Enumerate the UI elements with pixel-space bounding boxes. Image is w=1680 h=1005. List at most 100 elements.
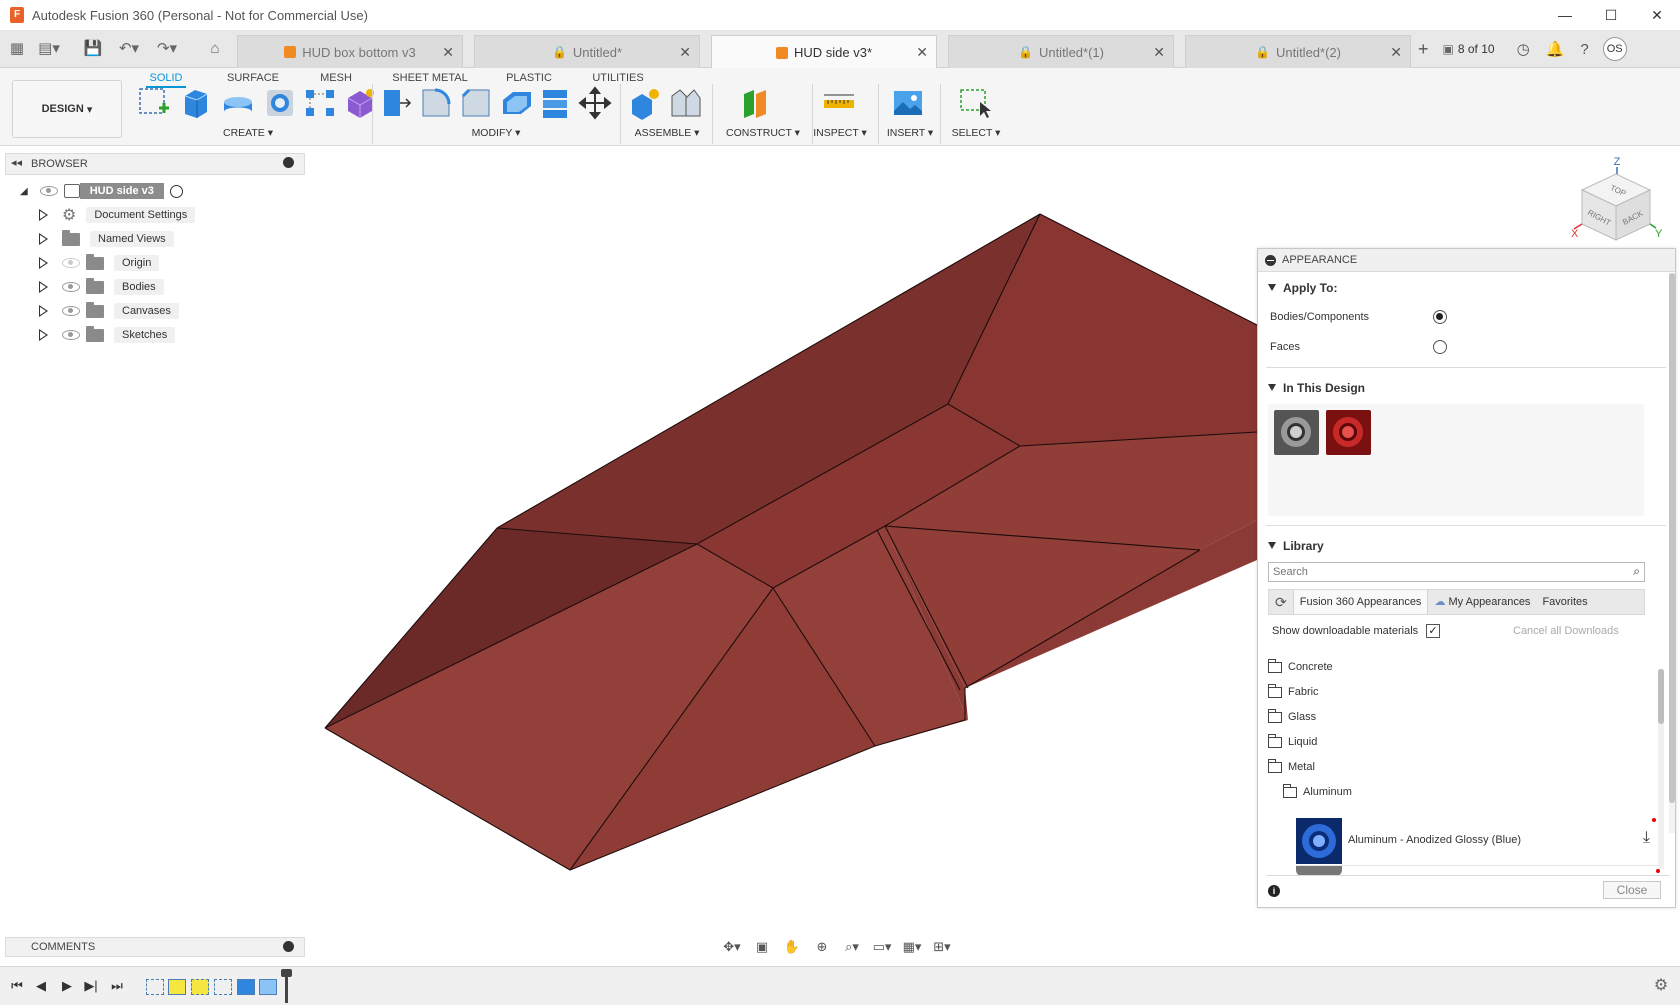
redo-icon[interactable]: ↷▾: [156, 39, 178, 59]
modify-menu[interactable]: MODIFY ▾: [466, 127, 526, 139]
undo-icon[interactable]: ↶▾: [118, 39, 140, 59]
browser-minimize-icon[interactable]: [283, 157, 294, 168]
browser-panel-header[interactable]: ◂◂ BROWSER: [5, 153, 305, 175]
browser-item-document-settings[interactable]: ⚙ Document Settings: [38, 205, 196, 225]
expand-icon[interactable]: [38, 305, 48, 317]
timeline-canvas-feature[interactable]: [168, 979, 186, 995]
timeline-sketch-feature[interactable]: [191, 979, 209, 995]
collapse-icon[interactable]: ◢: [20, 186, 28, 197]
folder-glass[interactable]: Glass: [1268, 707, 1316, 727]
play-icon[interactable]: ▶: [58, 977, 76, 995]
search-icon[interactable]: ⌕: [1633, 564, 1640, 579]
select-menu[interactable]: SELECT ▾: [950, 127, 1002, 139]
tab-untitled[interactable]: 🔒 Untitled* ✕: [474, 35, 700, 68]
tab-surface[interactable]: SURFACE: [225, 68, 281, 88]
view-cube[interactable]: Z TOP RIGHT BACK X Y: [1565, 155, 1665, 250]
search-input[interactable]: [1269, 563, 1609, 581]
tab-sheet-metal[interactable]: SHEET METAL: [390, 68, 470, 88]
look-at-icon[interactable]: ▣: [750, 937, 774, 957]
bodies-components-radio[interactable]: [1433, 310, 1447, 324]
folder-liquid[interactable]: Liquid: [1268, 732, 1317, 752]
scrollbar-thumb[interactable]: [1658, 669, 1664, 724]
timeline-marker-handle[interactable]: [281, 969, 292, 977]
pan-icon[interactable]: ✋: [780, 937, 804, 957]
visibility-icon[interactable]: [62, 282, 80, 292]
zoom-icon[interactable]: ⊕: [810, 937, 834, 957]
show-downloadable-checkbox[interactable]: ✓: [1426, 624, 1440, 638]
tab-untitled-2[interactable]: 🔒 Untitled*(2) ✕: [1185, 35, 1411, 68]
timeline-extrude-feature[interactable]: [237, 979, 255, 995]
maximize-button[interactable]: ☐: [1588, 0, 1634, 31]
tab-utilities[interactable]: UTILITIES: [590, 68, 646, 88]
tab-plastic[interactable]: PLASTIC: [504, 68, 554, 88]
save-icon[interactable]: 💾: [82, 39, 104, 59]
offset-plane-icon[interactable]: [738, 86, 772, 120]
create-sketch-icon[interactable]: [137, 86, 171, 120]
tab-my-appearances[interactable]: ☁ My Appearances: [1428, 590, 1536, 614]
add-comment-icon[interactable]: [283, 941, 294, 952]
pattern-icon[interactable]: [303, 86, 337, 120]
timeline-settings-icon[interactable]: ⚙: [1652, 977, 1670, 995]
browser-item-bodies[interactable]: Bodies: [38, 277, 164, 297]
file-menu-icon[interactable]: ▤▾: [38, 39, 60, 59]
close-button[interactable]: Close: [1603, 881, 1661, 899]
orbit-icon[interactable]: ✥▾: [720, 937, 744, 957]
library-header[interactable]: Library: [1268, 539, 1324, 553]
new-component-icon[interactable]: [628, 86, 662, 120]
visibility-icon[interactable]: [62, 330, 80, 340]
select-icon[interactable]: [958, 86, 992, 120]
minimize-button[interactable]: —: [1542, 0, 1588, 31]
library-search[interactable]: ⌕: [1268, 562, 1645, 582]
create-menu[interactable]: CREATE ▾: [220, 127, 276, 139]
tab-hud-box-bottom[interactable]: HUD box bottom v3 ✕: [237, 35, 463, 68]
hole-icon[interactable]: [263, 86, 297, 120]
tab-mesh[interactable]: MESH: [316, 68, 356, 88]
job-status-text[interactable]: 8 of 10: [1458, 42, 1495, 56]
collapse-dialog-icon[interactable]: [1265, 255, 1276, 266]
faces-radio[interactable]: [1433, 340, 1447, 354]
browser-item-canvases[interactable]: Canvases: [38, 301, 179, 321]
tab-favorites[interactable]: Favorites: [1536, 590, 1593, 614]
close-window-button[interactable]: ✕: [1634, 0, 1680, 31]
visibility-icon[interactable]: [62, 306, 80, 316]
press-pull-icon[interactable]: [378, 86, 412, 120]
construct-menu[interactable]: CONSTRUCT ▾: [726, 127, 800, 139]
folder-aluminum[interactable]: Aluminum: [1283, 782, 1352, 802]
home-icon[interactable]: ⌂: [204, 39, 226, 59]
new-tab-icon[interactable]: +: [1418, 39, 1429, 60]
close-tab-icon[interactable]: ✕: [442, 44, 454, 61]
display-settings-icon[interactable]: ▭▾: [870, 937, 894, 957]
apps-grid-icon[interactable]: ▦: [6, 39, 28, 59]
info-icon[interactable]: i: [1268, 885, 1280, 897]
browser-item-named-views[interactable]: Named Views: [38, 229, 174, 249]
revolve-icon[interactable]: [221, 86, 255, 120]
dialog-scrollbar-thumb[interactable]: [1669, 273, 1675, 803]
apply-to-header[interactable]: Apply To:: [1268, 281, 1337, 295]
expand-icon[interactable]: [38, 329, 48, 341]
fit-icon[interactable]: ⌕▾: [840, 937, 864, 957]
joint-icon[interactable]: [668, 86, 702, 120]
move-copy-icon[interactable]: [578, 86, 612, 120]
tab-untitled-1[interactable]: 🔒 Untitled*(1) ✕: [948, 35, 1174, 68]
tab-hud-side[interactable]: HUD side v3* ✕: [711, 35, 937, 69]
step-forward-icon[interactable]: ▶|: [82, 977, 100, 995]
timeline-sketch-feature[interactable]: [146, 979, 164, 995]
viewports-icon[interactable]: ⊞▾: [930, 937, 954, 957]
insert-image-icon[interactable]: [891, 86, 925, 120]
comments-panel-header[interactable]: COMMENTS: [5, 937, 305, 957]
download-icon[interactable]: ⤓: [1643, 829, 1650, 847]
go-to-start-icon[interactable]: ⏮: [8, 977, 26, 995]
shell-icon[interactable]: [499, 86, 533, 120]
expand-icon[interactable]: [38, 257, 48, 269]
appearance-header[interactable]: APPEARANCE: [1258, 249, 1675, 272]
folder-metal[interactable]: Metal: [1268, 757, 1315, 777]
grid-settings-icon[interactable]: ▦▾: [900, 937, 924, 957]
cancel-downloads-link[interactable]: Cancel all Downloads: [1513, 625, 1619, 637]
close-tab-icon[interactable]: ✕: [1390, 44, 1402, 61]
close-tab-icon[interactable]: ✕: [679, 44, 691, 61]
expand-icon[interactable]: [38, 209, 48, 221]
timeline-sketch-feature[interactable]: [214, 979, 232, 995]
close-tab-icon[interactable]: ✕: [1153, 44, 1165, 61]
inspect-menu[interactable]: INSPECT ▾: [812, 127, 868, 139]
tab-fusion-appearances[interactable]: Fusion 360 Appearances: [1292, 590, 1429, 614]
